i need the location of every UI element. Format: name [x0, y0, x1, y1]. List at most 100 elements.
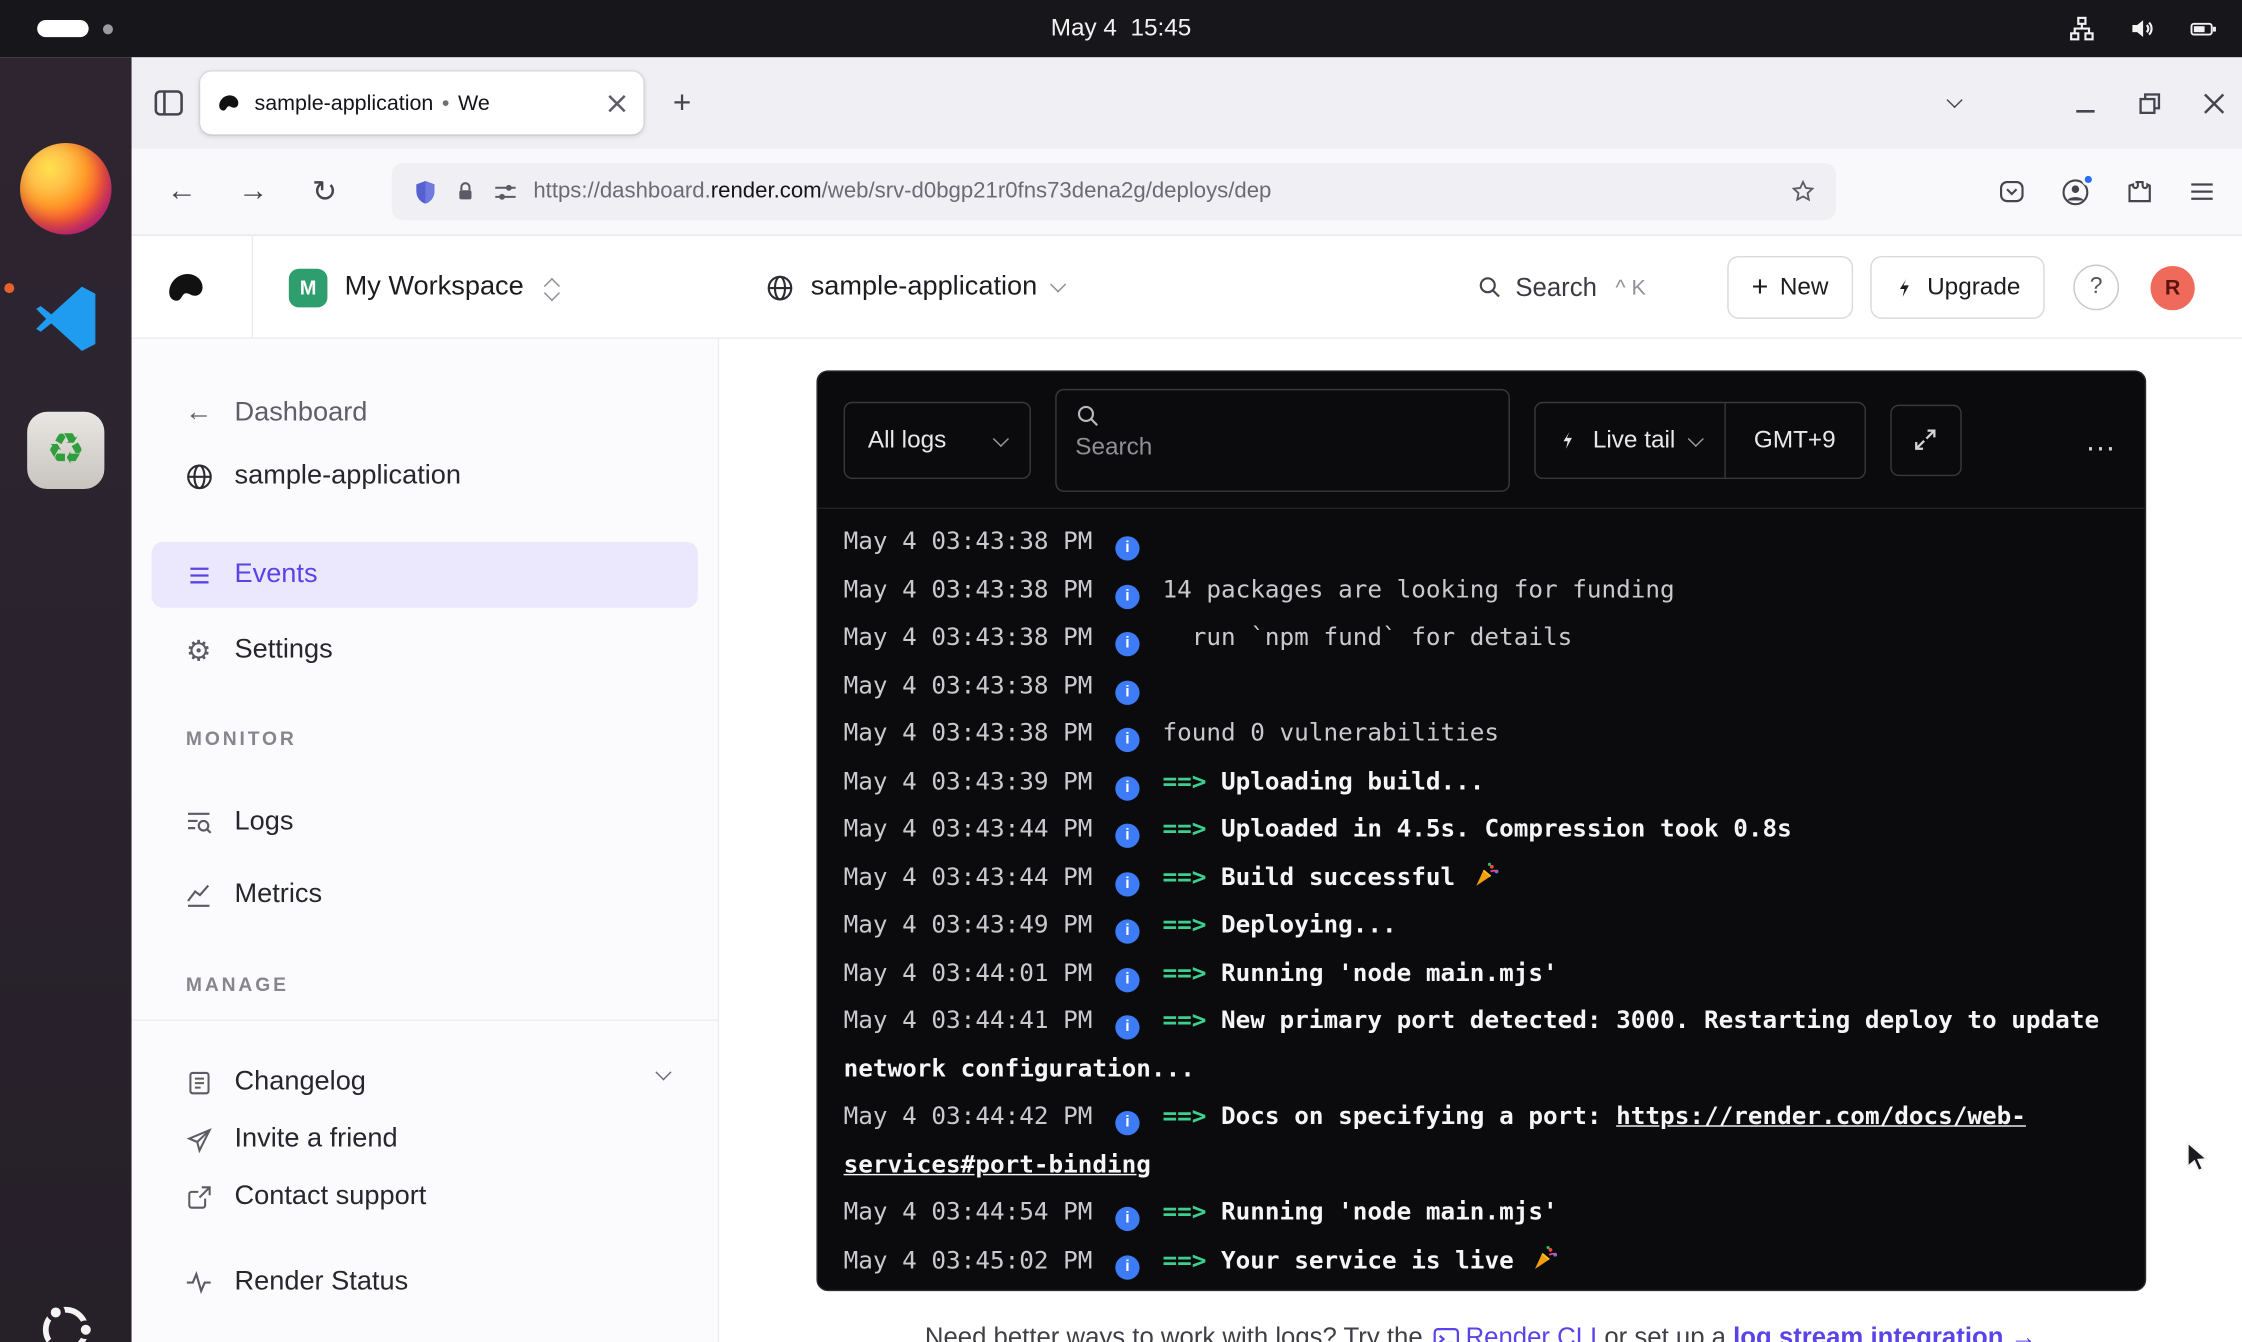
- log-overflow-menu[interactable]: …: [2085, 421, 2119, 458]
- sidebar-item-invite[interactable]: Invite a friend: [183, 1117, 398, 1163]
- service-selector[interactable]: sample-application: [765, 236, 1064, 339]
- timezone-button[interactable]: GMT+9: [1724, 403, 1864, 477]
- firefox-view-icon[interactable]: [152, 86, 186, 120]
- section-monitor: MONITOR: [186, 728, 297, 749]
- user-avatar[interactable]: R: [2150, 265, 2194, 309]
- system-clock[interactable]: May 4 15:45: [0, 0, 2242, 57]
- ubuntu-logo-icon[interactable]: [34, 1298, 97, 1342]
- menu-hamburger-icon[interactable]: [2188, 177, 2217, 206]
- search-label: Search: [1515, 272, 1597, 302]
- log-message: ==> Build successful: [1162, 863, 1501, 892]
- log-row: May 4 03:43:44 PMi==> Build successful: [844, 854, 2114, 902]
- log-row: May 4 03:44:01 PMi==> Running 'node main…: [844, 950, 2114, 998]
- sidebar-item-contact-support[interactable]: Contact support: [183, 1174, 426, 1220]
- render-dashboard: M My Workspace sample-application Search…: [132, 236, 2242, 1342]
- log-row: May 4 03:43:44 PMi==> Uploaded in 4.5s. …: [844, 806, 2114, 854]
- log-row: May 4 03:43:38 PM i found 0 vulnerabilitie…: [844, 711, 2114, 759]
- live-tail-dropdown[interactable]: Live tail: [1536, 403, 1724, 477]
- plus-icon: +: [1752, 271, 1769, 304]
- workspace-selector[interactable]: M My Workspace: [289, 236, 558, 339]
- list-icon: [183, 561, 214, 588]
- pocket-icon[interactable]: [1998, 177, 2027, 206]
- browser-tab[interactable]: sample-application•We: [200, 71, 643, 134]
- system-tray[interactable]: [2068, 0, 2220, 57]
- url-text: https://dashboard.render.com/web/srv-d0b…: [533, 179, 1776, 205]
- log-lines: May 4 03:43:38 PMiMay 4 03:43:38 PMi14 p…: [818, 509, 2145, 1291]
- log-arrow: ==>: [1162, 767, 1221, 796]
- lightning-icon: [1894, 275, 1915, 299]
- log-message: ==> Uploaded in 4.5s. Compression took 0…: [1162, 815, 1791, 844]
- chevron-down-icon: [1687, 430, 1703, 446]
- log-filter-dropdown[interactable]: All logs: [844, 401, 1031, 478]
- log-panel-controls: All logs Search Live tail: [818, 372, 2145, 509]
- sidebar-item-events[interactable]: Events: [152, 542, 698, 608]
- permissions-icon[interactable]: [492, 178, 519, 205]
- restore-button[interactable]: [2139, 92, 2160, 113]
- forward-button[interactable]: →: [232, 174, 275, 208]
- render-cli-link[interactable]: Render CLI: [1466, 1323, 1598, 1342]
- chevron-down-icon: [993, 430, 1009, 446]
- search-logs-icon: [183, 808, 214, 837]
- changelog-icon: [183, 1069, 214, 1096]
- chevron-down-icon[interactable]: [655, 1064, 671, 1080]
- extensions-puzzle-icon[interactable]: [2125, 177, 2154, 206]
- back-to-dashboard[interactable]: ← Dashboard: [183, 390, 367, 436]
- workspace-avatar: M: [289, 268, 328, 307]
- log-stream-integration-link[interactable]: log stream integration: [1733, 1323, 2003, 1342]
- log-timestamp: May 4 03:43:38 PM: [844, 528, 1093, 557]
- sidebar-item-render-status[interactable]: Render Status: [183, 1260, 408, 1306]
- sidebar-item-logs[interactable]: Logs: [183, 799, 293, 845]
- mouse-cursor: [2185, 1141, 2219, 1178]
- info-icon: i: [1115, 728, 1139, 752]
- expand-logs-button[interactable]: [1890, 404, 1961, 475]
- help-button[interactable]: ?: [2073, 265, 2119, 311]
- log-row: May 4 03:43:38 PMi run `npm fund` for de…: [844, 615, 2114, 663]
- close-button[interactable]: [2203, 92, 2224, 113]
- render-logo[interactable]: [166, 236, 206, 339]
- log-arrow: ==>: [1162, 1246, 1221, 1275]
- reload-button[interactable]: ↻: [303, 174, 346, 210]
- back-button[interactable]: ←: [160, 174, 203, 208]
- firefox-icon[interactable]: [20, 143, 112, 235]
- account-icon[interactable]: [2060, 177, 2090, 207]
- log-row: May 4 03:43:38 PM i: [844, 519, 2114, 567]
- sidebar-item-changelog[interactable]: Changelog: [183, 1060, 366, 1106]
- lock-icon[interactable]: [453, 179, 477, 203]
- log-timestamp: May 4 03:43:39 PM: [844, 767, 1093, 796]
- log-timestamp: May 4 03:43:38 PM: [844, 576, 1093, 605]
- log-message: ==> Your service is live: [1162, 1246, 1559, 1275]
- logs-search-input[interactable]: Search: [1055, 388, 1510, 491]
- log-message: found 0 vulnerabilities: [1162, 719, 1499, 748]
- minimize-button[interactable]: [2075, 92, 2096, 113]
- vscode-icon[interactable]: [27, 280, 104, 357]
- info-icon: i: [1115, 536, 1139, 560]
- running-indicator-dot: [4, 283, 14, 293]
- sidebar-item-settings[interactable]: ⚙ Settings: [183, 628, 333, 674]
- sidebar-item-metrics[interactable]: Metrics: [183, 872, 322, 918]
- divider: [252, 236, 253, 339]
- sidebar-service-name[interactable]: sample-application: [183, 453, 461, 499]
- log-arrow: ==>: [1162, 863, 1221, 892]
- list-tabs-chevron-icon[interactable]: [1949, 101, 1960, 105]
- log-timestamp: May 4 03:43:38 PM: [844, 719, 1093, 748]
- tab-title: sample-application•We: [255, 91, 594, 115]
- service-name: sample-application: [811, 272, 1038, 303]
- screen: May 4 15:45 ♻ sample-application•We: [0, 0, 2242, 1342]
- global-search[interactable]: Search ^ K: [1477, 272, 1646, 302]
- log-arrow: ==>: [1162, 911, 1221, 940]
- dock: ♻: [0, 57, 132, 1342]
- url-bar[interactable]: https://dashboard.render.com/web/srv-d0b…: [392, 163, 1836, 220]
- tracking-protection-shield-icon[interactable]: [412, 178, 439, 205]
- new-tab-button[interactable]: +: [661, 82, 704, 125]
- software-updater-icon[interactable]: ♻: [27, 412, 104, 489]
- info-icon: i: [1115, 584, 1139, 608]
- bookmark-star-icon[interactable]: [1790, 179, 1816, 205]
- log-arrow: ==>: [1162, 1102, 1221, 1131]
- log-timestamp: May 4 03:43:38 PM: [844, 623, 1093, 652]
- log-timestamp: May 4 03:43:38 PM: [844, 671, 1093, 700]
- tab-close-icon[interactable]: [608, 94, 627, 113]
- log-row: May 4 03:43:38 PMi14 packages are lookin…: [844, 567, 2114, 615]
- upgrade-button[interactable]: Upgrade: [1870, 256, 2045, 319]
- new-button[interactable]: +New: [1727, 256, 1852, 319]
- log-row: May 4 03:43:38 PMi: [844, 663, 2114, 711]
